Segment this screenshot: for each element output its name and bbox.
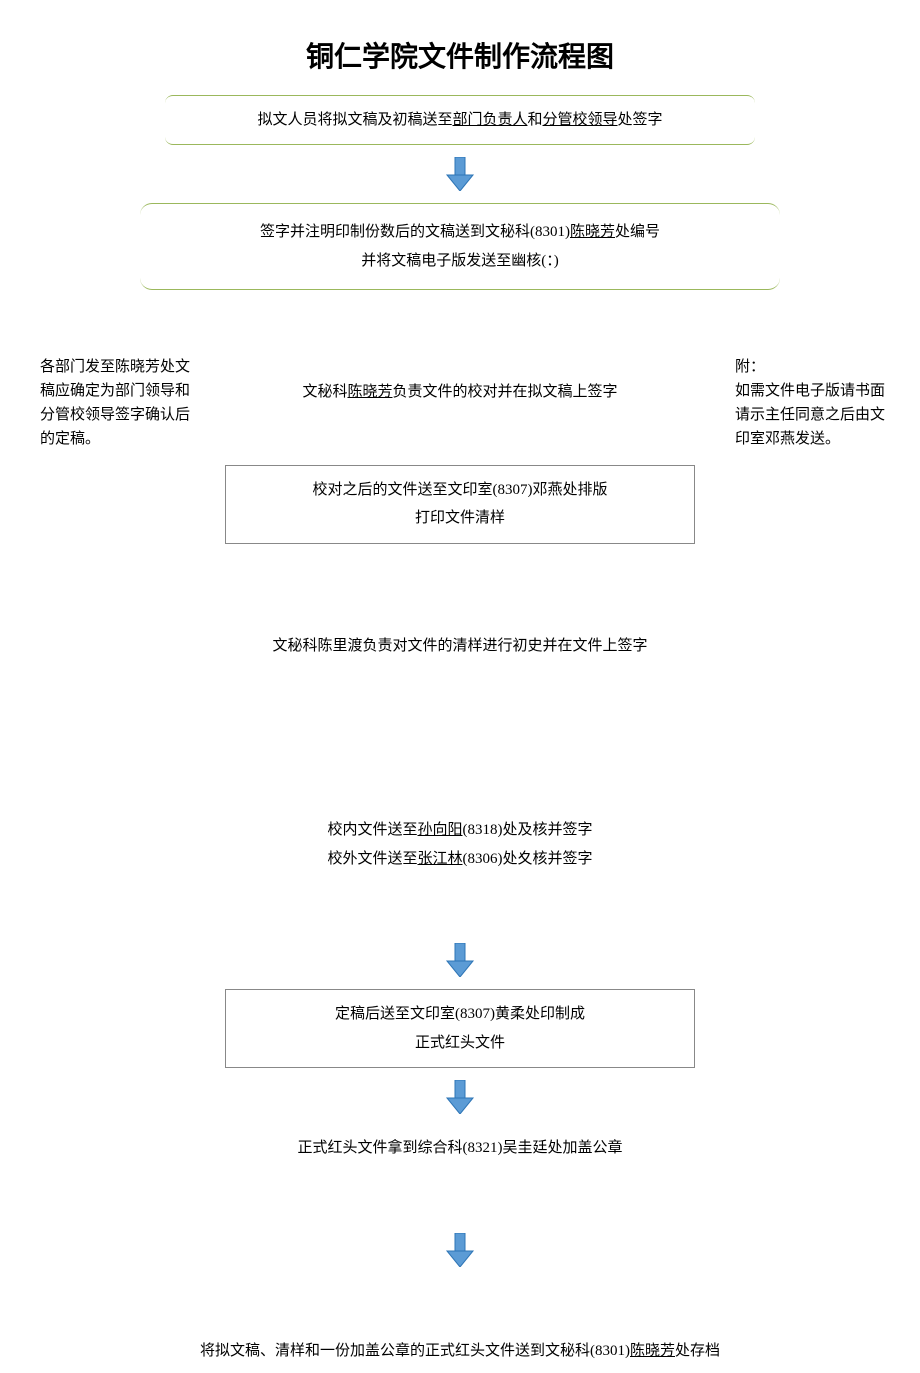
- note-right-body: 如需文件电子版请书面请示主任同意之后由文印室邓燕发送。: [735, 383, 885, 447]
- step-1-prefix: 拟文人员将拟文稿及初稿送至: [257, 112, 452, 128]
- step-5: 文秘科陈里渡负责对文件的清样进行初史并在文件上签字: [272, 624, 647, 669]
- step-3-b: 负责文件的校对并在拟文稿上签字: [393, 384, 618, 400]
- step-1-suffix: 处签字: [618, 112, 663, 128]
- arrow-down-icon: [445, 157, 475, 191]
- step-6: 校内文件送至孙向阳(8318)处及核并签字 校外文件送至张江林(8306)处夊核…: [327, 808, 592, 881]
- step-1: 拟文人员将拟文稿及初稿送至部门负责人和分管校领导处签字: [165, 95, 755, 145]
- step-2-line2: 并将文稿电子版发送至幽核(：): [361, 253, 559, 269]
- step-1-mid: 和: [527, 112, 542, 128]
- flowchart: 拟文人员将拟文稿及初稿送至部门负责人和分管校领导处签字 签字并注明印制份数后的文…: [0, 95, 920, 1373]
- step-7: 定稿后送至文印室(8307)黄柔处印制成 正式红头文件: [225, 989, 695, 1068]
- step-4-line1: 校对之后的文件送至文印室(8307)邓燕处排版: [313, 482, 608, 498]
- step-9-b: 处存档: [675, 1343, 720, 1359]
- step-9-u: 陈晓芳: [630, 1343, 675, 1359]
- note-left: 各部门发至陈晓芳处文稿应确定为部门领导和分管校领导签字确认后的定稿。: [40, 355, 190, 451]
- arrow-down-icon: [445, 943, 475, 977]
- step-7-line1: 定稿后送至文印室(8307)黄柔处印制成: [335, 1006, 585, 1022]
- step-7-line2: 正式红头文件: [415, 1035, 505, 1051]
- step-9: 将拟文稿、清样和一份加盖公章的正式红头文件送到文秘科(8301)陈晓芳处存档: [200, 1329, 720, 1373]
- step-6-line1a: 校内文件送至: [327, 822, 417, 838]
- step-2-line1a: 签字并注明印制份数后的文稿送到文秘科(8301): [260, 224, 570, 240]
- step-6-line1b: (8318)处及核并签字: [463, 822, 593, 838]
- step-1-u2: 分管校领导: [543, 112, 618, 128]
- note-right: 附： 如需文件电子版请书面请示主任同意之后由文印室邓燕发送。: [735, 355, 890, 451]
- step-2-line1b: 处编号: [615, 224, 660, 240]
- step-4-line2: 打印文件清样: [415, 510, 505, 526]
- step-3-u: 陈晓芳: [347, 384, 392, 400]
- step-2-line1u: 陈晓芳: [570, 224, 615, 240]
- step-3-a: 文秘科: [302, 384, 347, 400]
- step-6-line1u: 孙向阳: [418, 822, 463, 838]
- step-8: 正式红头文件拿到综合科(8321)吴圭廷处加盖公章: [298, 1126, 623, 1171]
- step-4: 校对之后的文件送至文印室(8307)邓燕处排版 打印文件清样: [225, 465, 695, 544]
- page-title: 铜仁学院文件制作流程图: [0, 0, 920, 95]
- step-9-a: 将拟文稿、清样和一份加盖公章的正式红头文件送到文秘科(8301): [200, 1343, 630, 1359]
- step-6-line2a: 校外文件送至: [327, 851, 417, 867]
- step-3: 文秘科陈晓芳负责文件的校对并在拟文稿上签字: [302, 370, 617, 415]
- step-1-u1: 部门负责人: [452, 112, 527, 128]
- step-2: 签字并注明印制份数后的文稿送到文秘科(8301)陈晓芳处编号 并将文稿电子版发送…: [140, 203, 780, 290]
- note-right-head: 附：: [735, 359, 765, 375]
- step-6-line2u: 张江林: [418, 851, 463, 867]
- step-6-line2b: (8306)处夊核并签字: [463, 851, 593, 867]
- arrow-down-icon: [445, 1080, 475, 1114]
- arrow-down-icon: [445, 1233, 475, 1267]
